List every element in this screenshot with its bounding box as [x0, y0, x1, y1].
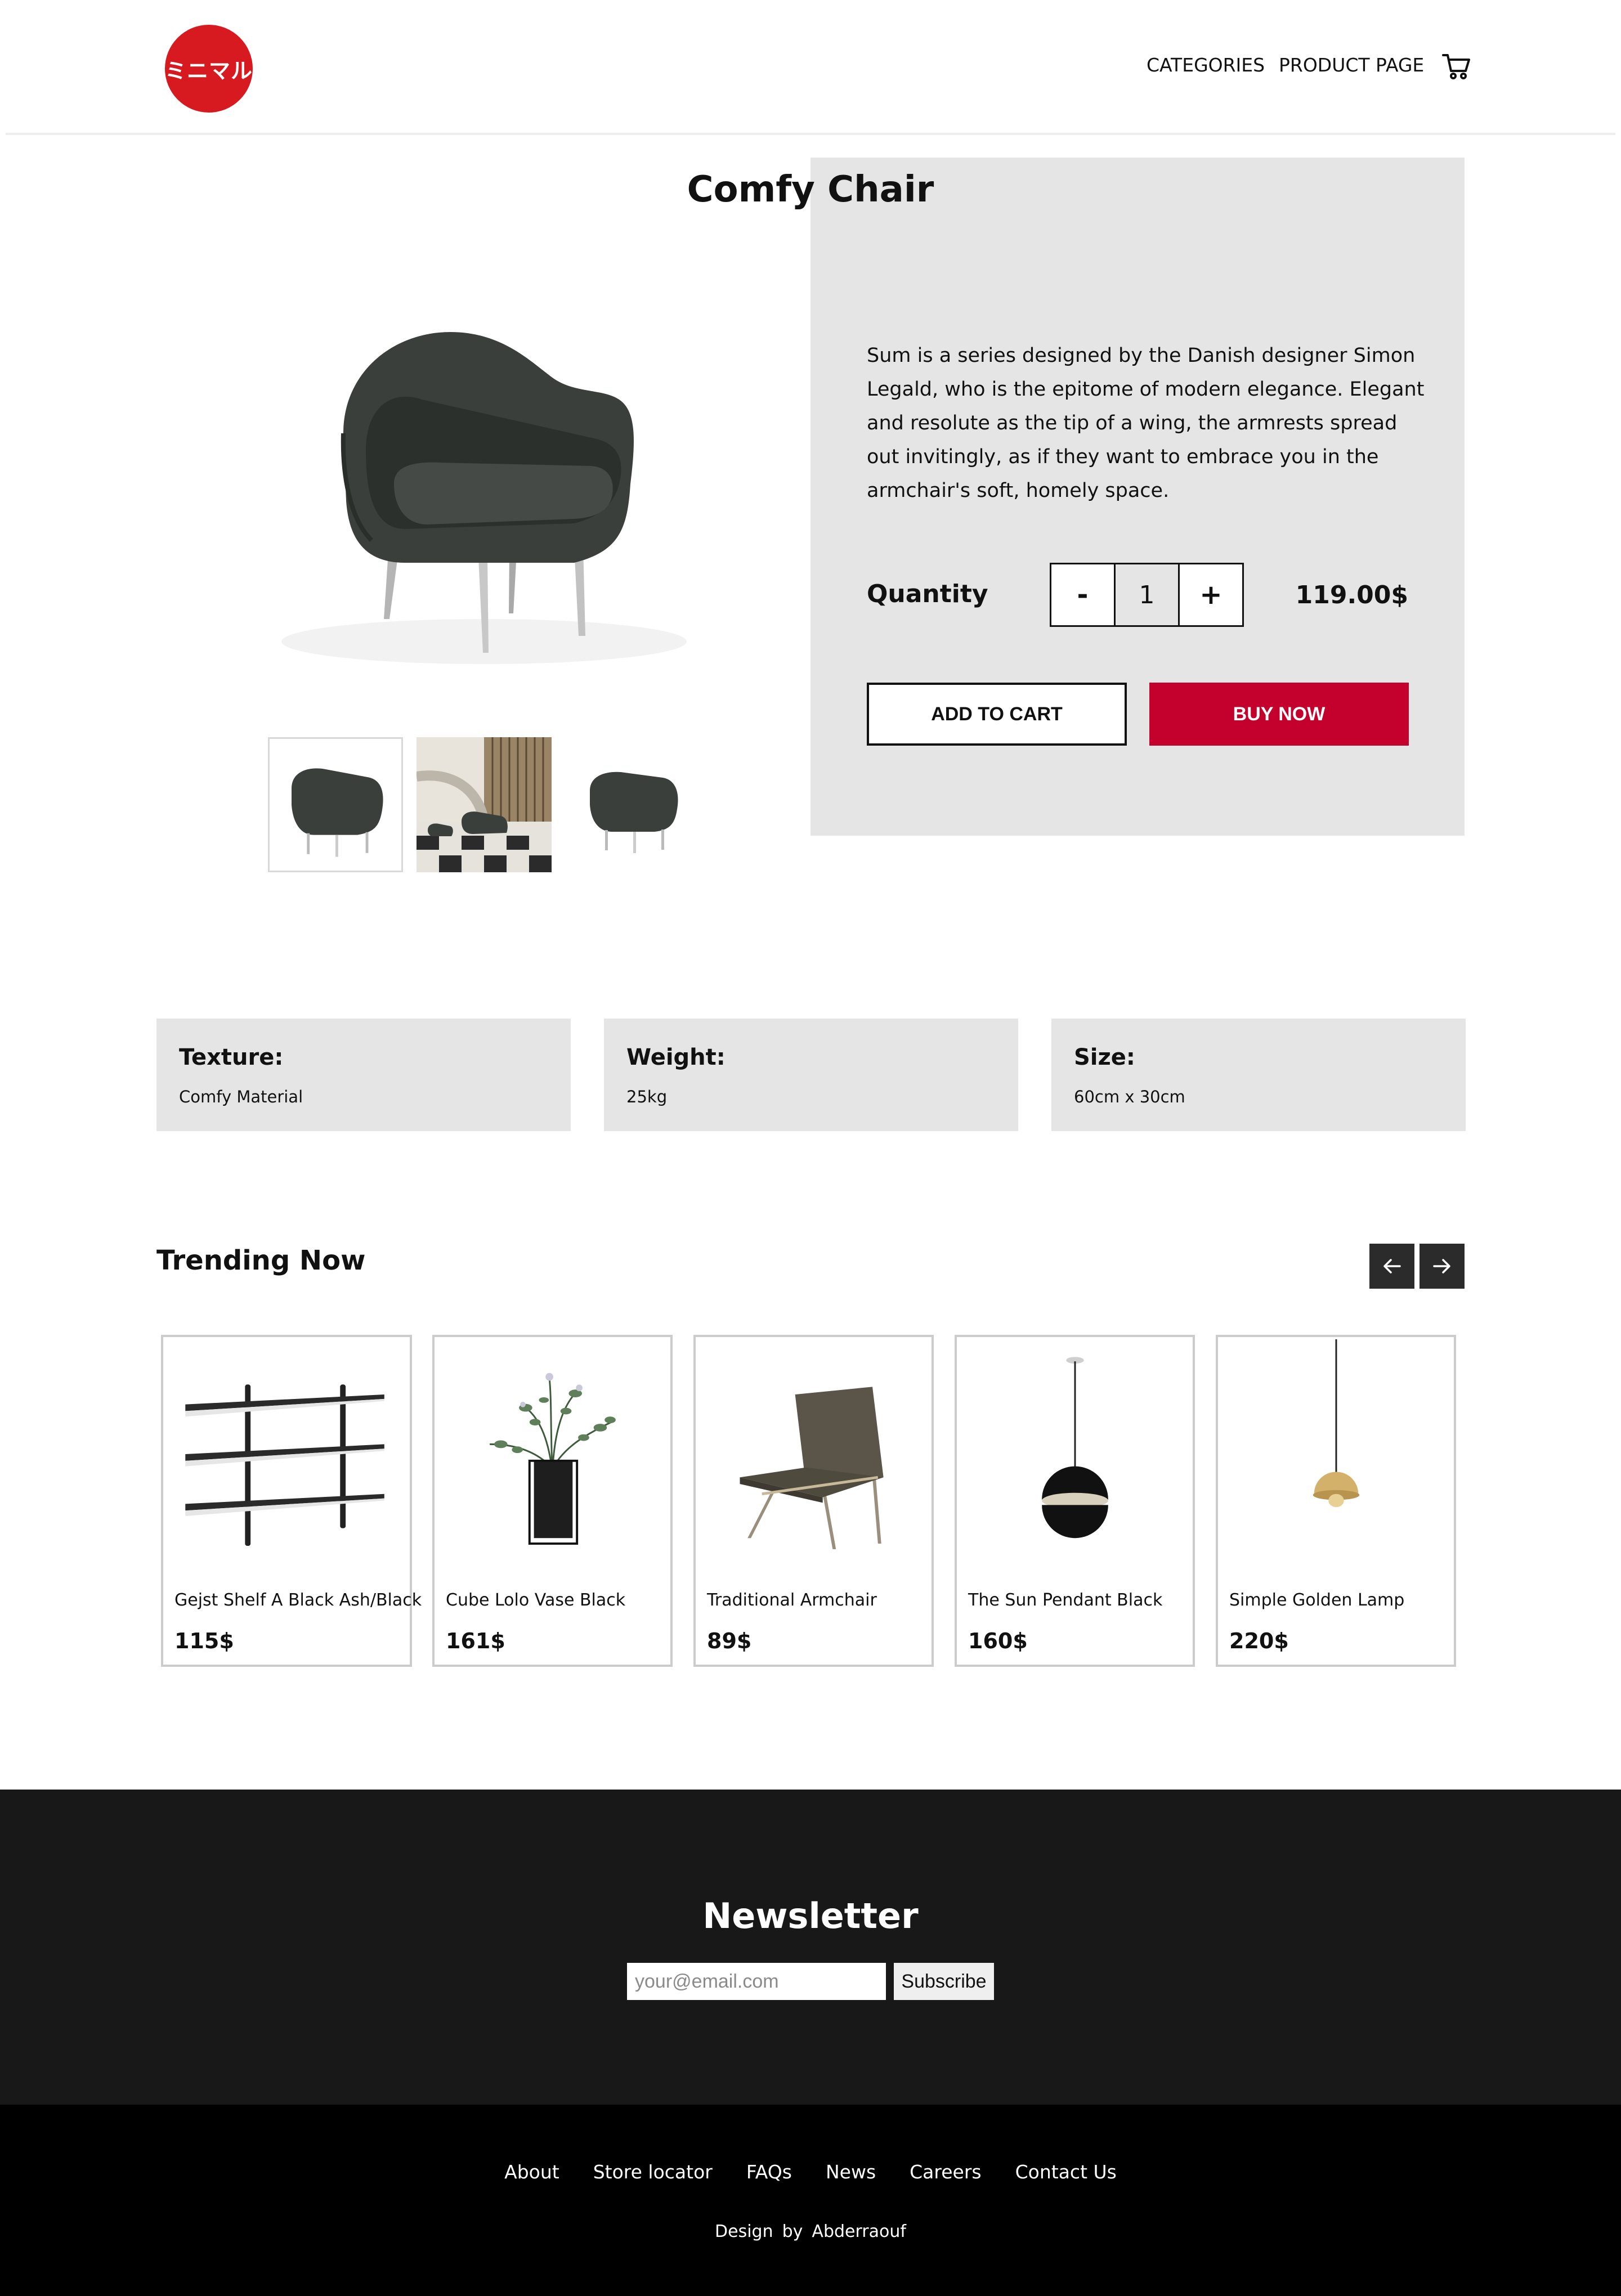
footer-link-contact-us[interactable]: Contact Us [1015, 2161, 1117, 2183]
spec-texture: Texture: Comfy Material [156, 1019, 571, 1131]
trending-title: Trending Now [156, 1245, 366, 1276]
product-image-golden-lamp [1313, 1339, 1360, 1508]
product-image-vase [490, 1373, 616, 1545]
product-card[interactable]: Simple Golden Lamp 220$ [1216, 1335, 1456, 1667]
cart-icon[interactable] [1441, 50, 1472, 81]
footer-link-about[interactable]: About [504, 2161, 559, 2183]
footer-links: About Store locator FAQs News Careers Co… [0, 2161, 1621, 2183]
newsletter-title: Newsletter [702, 1895, 919, 1936]
product-card-price: 220$ [1229, 1629, 1289, 1653]
quantity-label: Quantity [867, 580, 988, 608]
product-card-name: The Sun Pendant Black [968, 1590, 1163, 1610]
spec-weight: Weight: 25kg [604, 1019, 1018, 1131]
quantity-decrease-button[interactable]: - [1051, 564, 1114, 625]
product-info-panel: Sum is a series designed by the Danish d… [811, 158, 1465, 836]
thumbnail-chair-side[interactable] [565, 737, 700, 872]
site-footer: About Store locator FAQs News Careers Co… [0, 2105, 1621, 2296]
spec-label: Size: [1074, 1044, 1135, 1070]
credit-by: by [782, 2222, 803, 2241]
design-credit: Design by Abderraouf [0, 2222, 1621, 2241]
footer-link-news[interactable]: News [826, 2161, 876, 2183]
product-card-name: Simple Golden Lamp [1229, 1590, 1405, 1610]
thumbnail-chair-room[interactable] [417, 737, 552, 872]
spec-label: Texture: [179, 1044, 284, 1070]
spec-value: Comfy Material [179, 1087, 303, 1106]
site-header: ミニマル CATEGORIES PRODUCT PAGE [6, 0, 1615, 135]
product-card-price: 161$ [446, 1629, 505, 1653]
footer-link-careers[interactable]: Careers [910, 2161, 981, 2183]
thumbnail-chair-front[interactable] [268, 737, 403, 872]
carousel-prev-button[interactable] [1369, 1244, 1414, 1289]
product-price: 119.00$ [1295, 581, 1408, 609]
product-card-price: 89$ [707, 1629, 752, 1653]
product-card-name: Gejst Shelf A Black Ash/Black [174, 1590, 422, 1610]
product-image-armchair [740, 1387, 884, 1549]
nav-product-page[interactable]: PRODUCT PAGE [1279, 54, 1424, 76]
product-card[interactable]: Gejst Shelf A Black Ash/Black 115$ [161, 1335, 422, 1667]
logo[interactable]: ミニマル [165, 25, 253, 113]
product-main-image [281, 332, 687, 664]
email-field[interactable] [627, 1963, 886, 2000]
quantity-increase-button[interactable]: + [1180, 564, 1242, 625]
footer-link-faqs[interactable]: FAQs [746, 2161, 792, 2183]
spec-size: Size: 60cm x 30cm [1051, 1019, 1466, 1131]
buy-now-button[interactable]: BUY NOW [1149, 683, 1409, 746]
spec-value: 25kg [626, 1087, 668, 1106]
product-card-price: 160$ [968, 1629, 1028, 1653]
subscribe-button[interactable]: Subscribe [894, 1963, 994, 2000]
product-card-name: Cube Lolo Vase Black [446, 1590, 626, 1610]
product-card-price: 115$ [174, 1629, 234, 1653]
product-card[interactable]: The Sun Pendant Black 160$ [955, 1335, 1195, 1667]
add-to-cart-button[interactable]: ADD TO CART [867, 683, 1127, 746]
newsletter-section: Newsletter Subscribe [0, 1790, 1621, 2105]
quantity-stepper: - 1 + [1050, 563, 1244, 627]
product-title: Comfy Chair [687, 169, 934, 210]
footer-link-store-locator[interactable]: Store locator [593, 2161, 713, 2183]
quantity-value[interactable]: 1 [1114, 564, 1180, 625]
product-card-name: Traditional Armchair [707, 1590, 877, 1610]
product-description: Sum is a series designed by the Danish d… [867, 344, 1425, 502]
spec-label: Weight: [626, 1044, 726, 1070]
product-card[interactable]: Traditional Armchair 89$ [693, 1335, 934, 1667]
credit-name[interactable]: Abderraouf [812, 2222, 906, 2241]
nav-categories[interactable]: CATEGORIES [1147, 54, 1265, 76]
arrow-right-icon [1433, 1259, 1450, 1273]
product-image-pendant [1042, 1357, 1108, 1539]
spec-value: 60cm x 30cm [1074, 1087, 1185, 1106]
product-image-shelf [185, 1384, 384, 1546]
credit-prefix: Design [715, 2222, 773, 2241]
product-card[interactable]: Cube Lolo Vase Black 161$ [432, 1335, 673, 1667]
arrow-left-icon [1383, 1259, 1401, 1273]
carousel-next-button[interactable] [1420, 1244, 1465, 1289]
